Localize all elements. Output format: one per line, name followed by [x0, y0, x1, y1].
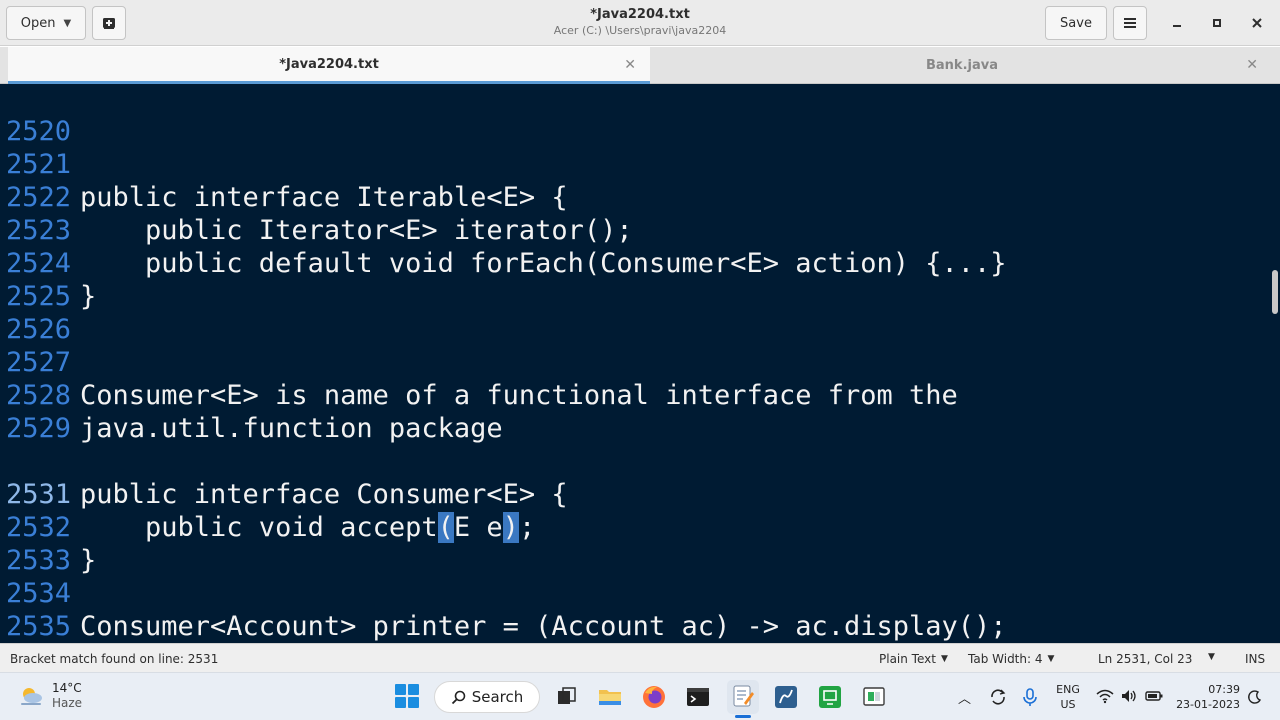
close-button[interactable]: [1246, 12, 1268, 34]
tab-width-label: Tab Width: 4: [968, 652, 1043, 666]
main-menu-button[interactable]: [1113, 6, 1147, 40]
chevron-down-icon: ▼: [63, 17, 72, 29]
region-code: US: [1060, 698, 1076, 711]
firefox-icon[interactable]: [641, 684, 667, 710]
minimize-icon: [1173, 25, 1181, 27]
editor-line: 2535: [0, 577, 1270, 642]
presentation-app-icon[interactable]: [861, 684, 887, 710]
maximize-icon: [1213, 19, 1221, 27]
close-tab-icon[interactable]: ✕: [624, 57, 636, 73]
text-editor-icon: [733, 685, 754, 707]
tab-label: *Java2204.txt: [279, 56, 379, 72]
vertical-scrollbar[interactable]: [1272, 270, 1278, 314]
position-menu-button[interactable]: ▼: [1208, 652, 1215, 662]
new-document-button[interactable]: [92, 6, 126, 40]
document-title: *Java2204.txt: [590, 7, 690, 22]
terminal-icon[interactable]: [685, 684, 711, 710]
editor-line: 2534 Consumer<Account> printer = (Accoun…: [0, 544, 1270, 642]
new-document-icon: [103, 18, 115, 29]
chevron-up-icon[interactable]: ︿: [958, 688, 971, 707]
chevron-down-icon: ▼: [1208, 652, 1215, 662]
text-editor-app-button[interactable]: [727, 680, 759, 714]
editor-line: 2530 public interface Consumer<E> {: [0, 412, 1270, 510]
windows-logo-pane: [408, 697, 419, 708]
microphone-icon[interactable]: [1022, 687, 1038, 707]
editor-line: 2532 }: [0, 478, 1270, 576]
task-view-icon[interactable]: [553, 684, 579, 710]
file-explorer-icon[interactable]: [597, 684, 623, 710]
language-label: Plain Text: [879, 652, 936, 666]
active-app-indicator: [735, 715, 751, 718]
minimize-button[interactable]: [1166, 12, 1188, 34]
tab-width-selector[interactable]: Tab Width: 4 ▼: [968, 652, 1054, 666]
insert-mode-label: INS: [1245, 652, 1266, 666]
current-editor-line: 2531 public void accept(E e);: [0, 445, 1270, 543]
taskbar: 14°C Haze Search ︿ ENG US 07:39 23-01-20…: [0, 672, 1280, 720]
windows-logo-pane: [408, 684, 419, 695]
text-editor[interactable]: 2520 2521 public interface Iterable<E> {…: [0, 84, 1280, 643]
editor-line: 2523 public default void forEach(Consume…: [0, 181, 1270, 279]
language-code: ENG: [1056, 683, 1080, 696]
cursor-position[interactable]: Ln 2531, Col 23: [1098, 652, 1192, 666]
status-bar: Bracket match found on line: 2531 Plain …: [0, 643, 1280, 672]
clock-time: 07:39: [1208, 683, 1240, 696]
chevron-down-icon: ▼: [1047, 654, 1055, 664]
editor-line: 2536: [0, 610, 1270, 643]
start-button[interactable]: [395, 684, 419, 708]
language-selector[interactable]: Plain Text ▼: [879, 652, 948, 666]
tab-java2204[interactable]: *Java2204.txt ✕: [8, 47, 650, 84]
cursor-position-label: Ln 2531, Col 23: [1098, 652, 1193, 666]
tab-label: Bank.java: [926, 58, 998, 73]
editor-line: 2525: [0, 247, 1270, 312]
insert-mode[interactable]: INS: [1245, 652, 1265, 666]
sync-icon[interactable]: [988, 687, 1008, 707]
notification-icon[interactable]: [1247, 689, 1263, 705]
editor-line: 2526: [0, 280, 1270, 345]
weather-temperature: 14°C: [52, 681, 82, 695]
screen-recorder-icon[interactable]: [817, 684, 843, 710]
haze-weather-icon: [21, 688, 42, 705]
editor-line: 2527 Consumer<E> is name of a functional…: [0, 313, 1270, 411]
search-label: Search: [471, 688, 524, 706]
windows-logo-pane: [395, 697, 406, 708]
tab-bar: *Java2204.txt ✕ Bank.java ✕: [0, 47, 1280, 84]
editor-line: 2533: [0, 511, 1270, 576]
editor-line: 2528 java.util.function package: [0, 346, 1270, 444]
window-title: *Java2204.txt Acer (C:) \Users\pravi\jav…: [440, 7, 840, 38]
search-icon: [451, 690, 466, 704]
weather-condition: Haze: [52, 696, 83, 710]
windows-logo-icon: [395, 684, 406, 695]
editor-line: 2522 public Iterator<E> iterator();: [0, 148, 1270, 246]
document-path: Acer (C:) \Users\pravi\java2204: [553, 24, 727, 37]
clock-date: 23-01-2023: [1176, 698, 1240, 711]
taskbar-search[interactable]: Search: [434, 681, 540, 713]
close-icon: [1252, 18, 1262, 28]
battery-icon[interactable]: [1144, 688, 1164, 704]
maximize-button[interactable]: [1206, 12, 1228, 34]
editor-line: 2521 public interface Iterable<E> {: [0, 115, 1270, 213]
database-tool-icon[interactable]: [773, 684, 799, 710]
editor-line: 2529: [0, 379, 1270, 444]
open-button[interactable]: Open ▼: [6, 6, 86, 40]
editor-line: 2524 }: [0, 214, 1270, 312]
chevron-down-icon: ▼: [940, 654, 948, 664]
wifi-icon[interactable]: [1096, 688, 1114, 704]
close-tab-icon[interactable]: ✕: [1246, 57, 1258, 73]
input-language[interactable]: ENG US: [1052, 682, 1084, 712]
editor-line: 2520: [0, 84, 1270, 147]
tab-bank-java[interactable]: Bank.java ✕: [652, 47, 1272, 84]
hamburger-menu-icon: [1124, 18, 1136, 28]
status-message: Bracket match found on line: 2531: [10, 652, 219, 666]
volume-icon[interactable]: [1120, 688, 1138, 704]
title-bar: Open ▼ *Java2204.txt Acer (C:) \Users\pr…: [0, 0, 1280, 46]
open-button-label: Open: [20, 15, 56, 31]
save-button[interactable]: Save: [1045, 6, 1107, 40]
weather-widget[interactable]: 14°C Haze: [18, 681, 82, 711]
system-clock[interactable]: 07:39 23-01-2023: [1170, 682, 1240, 712]
